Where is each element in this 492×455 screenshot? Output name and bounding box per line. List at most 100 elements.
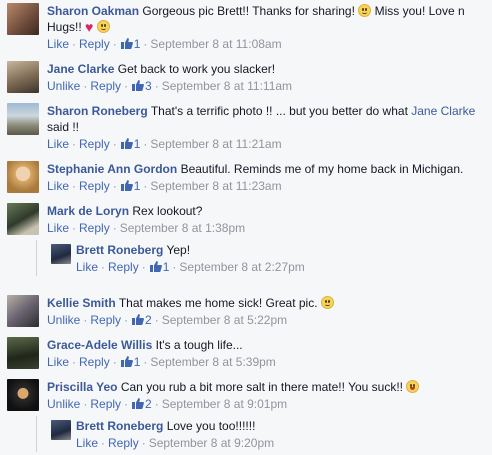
heart-emoji-icon: ♥ <box>85 19 94 35</box>
timestamp[interactable]: September 8 at 2:27pm <box>179 260 304 274</box>
like-count[interactable]: 1 <box>120 137 140 151</box>
reply-thread-line <box>36 416 37 452</box>
comment-text: That's a terrific photo !! ... but you b… <box>150 104 408 118</box>
like-link[interactable]: Like <box>47 221 69 235</box>
thumbs-up-icon <box>120 138 133 149</box>
comment-actions: Unlike · Reply · 3 · September 8 at 11:11am <box>47 79 293 93</box>
timestamp[interactable]: September 8 at 11:23am <box>150 179 281 193</box>
comment-actions: Like · Reply · 1 · September 8 at 2:27pm <box>76 260 305 274</box>
unlike-link[interactable]: Unlike <box>47 397 80 411</box>
reply-link[interactable]: Reply <box>79 137 110 151</box>
comment-body: Jane Clarke Get back to work you slacker… <box>47 61 486 94</box>
avatar[interactable] <box>7 61 39 93</box>
unlike-link[interactable]: Unlike <box>47 79 80 93</box>
comment-author[interactable]: Mark de Loryn <box>47 204 129 218</box>
comment-text: That makes me home sick! Great pic. <box>118 296 318 310</box>
thumbs-up-icon <box>132 80 144 91</box>
timestamp[interactable]: September 8 at 9:20pm <box>149 436 274 450</box>
like-link[interactable]: Like <box>76 436 98 450</box>
avatar[interactable] <box>7 337 39 369</box>
timestamp[interactable]: September 8 at 11:11am <box>162 79 292 93</box>
reply-body: Brett Roneberg Yep! Like · Reply · 1 · Septemb… <box>76 242 486 275</box>
like-count[interactable]: 1 <box>149 260 169 274</box>
mention-link[interactable]: Jane Clarke <box>411 104 475 118</box>
thumbs-up-icon <box>120 356 133 367</box>
avatar[interactable] <box>7 3 39 35</box>
comment-actions: Like · Reply · September 8 at 9:20pm <box>76 436 275 450</box>
comment-author[interactable]: Priscilla Yeo <box>47 380 118 394</box>
comment-actions: Like · Reply · September 8 at 1:38pm <box>47 221 246 235</box>
thumbs-up-icon <box>120 180 133 191</box>
reply-link[interactable]: Reply <box>90 313 121 327</box>
comment-author[interactable]: Grace-Adele Willis <box>47 338 152 352</box>
timestamp[interactable]: September 8 at 5:22pm <box>162 313 287 327</box>
like-count[interactable]: 2 <box>131 397 152 411</box>
comment-text: Rex lookout? <box>132 204 203 218</box>
avatar[interactable] <box>7 161 39 193</box>
comment-actions: Like · Reply · 1 · September 8 at 11:08am <box>47 37 282 51</box>
comment-author[interactable]: Stephanie Ann Gordon <box>47 162 177 176</box>
comment-body: Mark de Loryn Rex lookout? Like · Reply · Se… <box>47 203 486 236</box>
smiley-emoji-icon <box>96 20 110 33</box>
comment-text-continued: said !! <box>47 120 80 134</box>
avatar[interactable] <box>51 244 71 264</box>
like-count[interactable]: 1 <box>120 355 140 369</box>
smiley-emoji-icon <box>358 4 372 17</box>
avatar[interactable] <box>7 203 39 235</box>
reply-link[interactable]: Reply <box>90 79 121 93</box>
avatar[interactable] <box>7 103 39 135</box>
timestamp[interactable]: September 8 at 1:38pm <box>120 221 245 235</box>
comment-body: Stephanie Ann Gordon Beautiful. Reminds … <box>47 161 486 194</box>
like-count[interactable]: 1 <box>120 37 140 51</box>
timestamp[interactable]: September 8 at 11:21am <box>150 137 281 151</box>
reply-link[interactable]: Reply <box>108 260 139 274</box>
avatar[interactable] <box>7 295 39 327</box>
like-link[interactable]: Like <box>47 355 69 369</box>
comment-body: Grace-Adele Willis It's a tough life... … <box>47 337 486 370</box>
comment-actions: Like · Reply · 1 · September 8 at 11:23am <box>47 179 282 193</box>
comment-actions: Unlike · Reply · 2 · September 8 at 9:01pm <box>47 397 288 411</box>
comment-author[interactable]: Sharon Oakman <box>47 4 139 18</box>
reply-link[interactable]: Reply <box>90 397 121 411</box>
like-count[interactable]: 2 <box>131 313 152 327</box>
thumbs-up-icon <box>132 398 144 409</box>
comment-author[interactable]: Brett Roneberg <box>76 419 163 433</box>
comment-text: Gorgeous pic Brett!! Thanks for sharing! <box>142 4 355 18</box>
comment-text: Love you too!!!!!! <box>166 419 256 433</box>
thumbs-up-icon <box>120 38 133 49</box>
reply-link[interactable]: Reply <box>79 355 110 369</box>
reply-link[interactable]: Reply <box>108 436 139 450</box>
comment-text: Yep! <box>166 243 191 257</box>
comment-text: Can you rub a bit more salt in there mat… <box>120 380 403 394</box>
like-link[interactable]: Like <box>76 260 98 274</box>
unlike-link[interactable]: Unlike <box>47 313 80 327</box>
thumbs-up-icon <box>132 314 144 325</box>
comment-author[interactable]: Brett Roneberg <box>76 243 163 257</box>
reply-body: Brett Roneberg Love you too!!!!!! Like · R… <box>76 418 486 451</box>
comment-body: Sharon Oakman Gorgeous pic Brett!! Thank… <box>47 3 486 52</box>
tongue-out-emoji-icon <box>406 380 420 393</box>
avatar[interactable] <box>51 420 71 440</box>
comment-body: Priscilla Yeo Can you rub a bit more sal… <box>47 379 486 412</box>
timestamp[interactable]: September 8 at 11:08am <box>150 37 281 51</box>
comment-author[interactable]: Sharon Roneberg <box>47 104 148 118</box>
like-link[interactable]: Like <box>47 37 69 51</box>
like-link[interactable]: Like <box>47 137 69 151</box>
reply-link[interactable]: Reply <box>79 221 110 235</box>
comment-body: Kellie Smith That makes me home sick! Gr… <box>47 295 486 328</box>
reply-thread-line <box>36 240 37 276</box>
comment-actions: Unlike · Reply · 2 · September 8 at 5:22pm <box>47 313 288 327</box>
comment-author[interactable]: Kellie Smith <box>47 296 116 310</box>
like-count[interactable]: 1 <box>120 179 140 193</box>
timestamp[interactable]: September 8 at 5:39pm <box>150 355 275 369</box>
comment-author[interactable]: Jane Clarke <box>47 62 114 76</box>
avatar[interactable] <box>7 379 39 411</box>
timestamp[interactable]: September 8 at 9:01pm <box>162 397 287 411</box>
thumbs-up-icon <box>149 261 162 272</box>
reply-link[interactable]: Reply <box>79 37 110 51</box>
reply-link[interactable]: Reply <box>79 179 110 193</box>
comment-body: Sharon Roneberg That's a terrific photo … <box>47 103 486 152</box>
like-link[interactable]: Like <box>47 179 69 193</box>
like-count[interactable]: 3 <box>131 79 152 93</box>
comment-text: Get back to work you slacker! <box>117 62 276 76</box>
